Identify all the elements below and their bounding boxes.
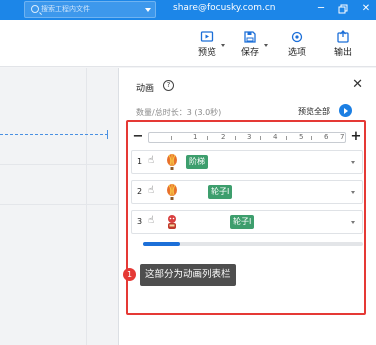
row-expand-icon[interactable] (351, 161, 355, 164)
ruler-tick: 5 (299, 133, 304, 141)
row-expand-icon[interactable] (351, 221, 355, 224)
guide-line (0, 164, 118, 165)
main-toolbar: 预览 保存 选项 输出 (0, 20, 376, 67)
animation-tag[interactable]: 阶梯 (186, 155, 208, 169)
preview-all-label[interactable]: 预览全部 (298, 106, 330, 117)
ruler-mark (207, 136, 208, 140)
preview-button[interactable]: 预览 (190, 30, 225, 58)
timeline-ruler: − 1 2 3 4 5 6 7 + (132, 130, 362, 145)
search-placeholder: 搜索工程内文件 (41, 5, 90, 13)
ruler-mark (260, 136, 261, 140)
click-trigger-icon[interactable]: ☝ (148, 185, 154, 196)
preview-label: 预览 (197, 48, 216, 58)
hot-air-balloon-icon (167, 154, 177, 170)
scrollbar-thumb[interactable] (143, 242, 180, 246)
export-icon (337, 30, 349, 43)
ruler-mark (311, 136, 312, 140)
restore-icon[interactable] (337, 3, 349, 15)
ruler-tick: 6 (324, 133, 329, 141)
click-trigger-icon[interactable]: ☝ (148, 215, 154, 226)
animation-row[interactable]: 3 ☝ 轮子I (131, 210, 363, 234)
minimize-icon[interactable]: ─ (315, 3, 327, 15)
click-trigger-icon[interactable]: ☝ (148, 155, 154, 166)
animation-row[interactable]: 2 ☝ 轮子I (131, 180, 363, 204)
animation-tag[interactable]: 轮子I (230, 215, 255, 229)
ruler-tick: 7 (340, 133, 345, 141)
canvas-area[interactable] (0, 68, 118, 345)
zoom-out-button[interactable]: − (132, 130, 144, 143)
save-label: 保存 (240, 48, 259, 58)
row-expand-icon[interactable] (351, 191, 355, 194)
row-number: 3 (137, 217, 143, 226)
ruler-tick: 1 (193, 133, 198, 141)
export-label: 输出 (333, 48, 352, 58)
selection-handle[interactable] (107, 130, 108, 139)
guide-line (86, 68, 87, 345)
search-dropdown-icon[interactable] (145, 8, 151, 12)
guide-line (0, 204, 118, 205)
row-number: 2 (137, 187, 143, 196)
timeline-scrollbar[interactable] (143, 242, 363, 246)
zoom-in-button[interactable]: + (350, 130, 362, 143)
callout-label: 这部分为动画列表栏 (140, 264, 236, 286)
timeline-track[interactable]: 1 2 3 4 5 6 7 (148, 132, 346, 143)
preview-dropdown-icon[interactable] (221, 44, 225, 47)
search-icon (31, 5, 39, 13)
ruler-tick: 3 (247, 133, 252, 141)
row-number: 1 (137, 157, 143, 166)
options-icon (291, 31, 303, 43)
help-icon[interactable]: ? (163, 80, 174, 91)
close-window-icon[interactable]: ✕ (360, 3, 372, 15)
close-panel-icon[interactable]: ✕ (352, 77, 363, 92)
search-box[interactable]: 搜索工程内文件 (24, 1, 156, 18)
play-all-icon[interactable] (339, 104, 352, 117)
user-email[interactable]: share@focusky.com.cn (173, 3, 276, 13)
cartoon-figure-icon (168, 215, 176, 229)
ruler-mark (235, 136, 236, 140)
hot-air-balloon-icon (167, 184, 177, 200)
preview-icon (200, 31, 214, 42)
animation-count: 数量/总时长：3 (3.0秒) (136, 108, 222, 117)
save-dropdown-icon[interactable] (264, 44, 268, 47)
panel-title: 动画 (136, 84, 155, 94)
ruler-tick: 2 (221, 133, 226, 141)
ruler-mark (286, 136, 287, 140)
save-icon (244, 31, 256, 43)
title-bar: 搜索工程内文件 share@focusky.com.cn ─ ✕ (0, 0, 376, 20)
animation-tag[interactable]: 轮子I (208, 185, 233, 199)
options-button[interactable]: 选项 (280, 30, 314, 58)
animation-row[interactable]: 1 ☝ 阶梯 (131, 150, 363, 174)
callout-number-badge: 1 (123, 268, 136, 281)
export-button[interactable]: 输出 (326, 30, 360, 58)
options-label: 选项 (287, 48, 306, 58)
selection-guide (0, 134, 108, 135)
animation-panel: 动画 ? ✕ 数量/总时长：3 (3.0秒) 预览全部 − 1 2 3 4 5 … (118, 68, 376, 345)
ruler-mark (171, 136, 172, 140)
save-button[interactable]: 保存 (233, 30, 268, 58)
ruler-tick: 4 (273, 133, 278, 141)
